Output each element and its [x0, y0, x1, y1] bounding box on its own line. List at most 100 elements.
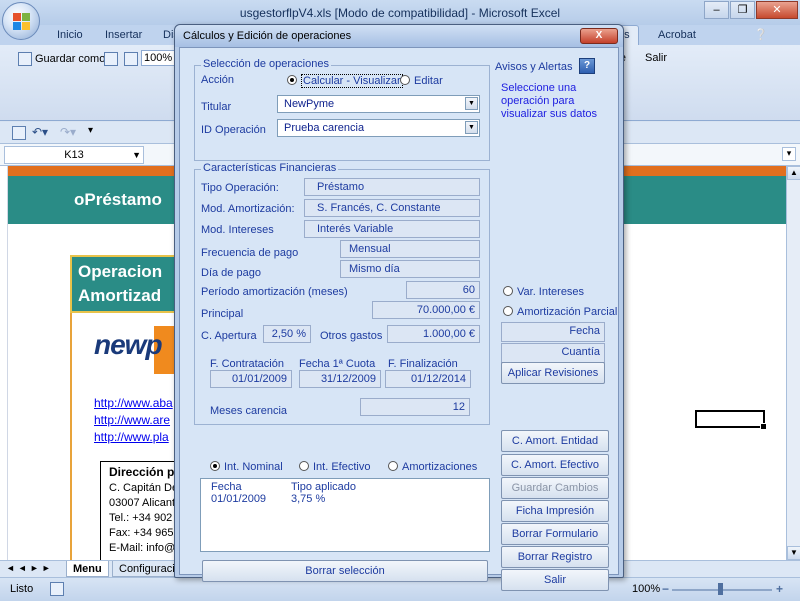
otros-gastos-field: 1.000,00 €	[387, 325, 480, 343]
link-2[interactable]: http://www.are	[94, 413, 170, 427]
dialog-title: Cálculos y Edición de operaciones	[175, 25, 623, 47]
radio-icon	[503, 306, 513, 316]
vertical-scrollbar[interactable]: ▲ ▼	[786, 166, 800, 560]
chevron-down-icon: ▼	[465, 97, 478, 110]
macro-record-icon[interactable]	[50, 582, 64, 596]
formula-expand-icon[interactable]: ▾	[782, 147, 796, 161]
cuantia-revision-field[interactable]: Cuantía	[501, 343, 605, 363]
dialog-body: Selección de operaciones Acción Calcular…	[179, 47, 619, 591]
f-cuota-label: Fecha 1ª Cuota	[299, 358, 376, 370]
meses-carencia-field: 12	[360, 398, 470, 416]
tab-inicio[interactable]: Inicio	[57, 29, 83, 41]
tipo-operacion-label: Tipo Operación:	[201, 182, 279, 194]
excel-titlebar: usgestorflpV4.xls [Modo de compatibilida…	[0, 0, 800, 25]
radio-icon	[400, 75, 410, 85]
zoom-box[interactable]: 100%	[141, 50, 175, 66]
f-cuota-field: 31/12/2009	[299, 370, 381, 388]
zoom-slider-thumb[interactable]	[718, 583, 723, 595]
sheet-nav-icons[interactable]: ◄◄►►	[6, 563, 54, 573]
calculos-dialog: Cálculos y Edición de operaciones X Sele…	[174, 24, 624, 591]
accion-label: Acción	[201, 74, 235, 86]
avisos-title: Avisos y Alertas	[495, 61, 573, 73]
zoom-in-icon[interactable]: +	[776, 582, 783, 596]
radio-amort-parcial[interactable]: Amortización Parcial	[503, 306, 617, 318]
listbox-row-tipo[interactable]: 3,75 %	[291, 493, 325, 505]
tab-insertar[interactable]: Insertar	[105, 29, 142, 41]
radio-icon	[388, 461, 398, 471]
customize-qat-icon[interactable]: ▾	[88, 125, 93, 136]
apertura-field: 2,50 %	[263, 325, 311, 343]
caracteristicas-group-title: Características Financieras	[201, 162, 339, 174]
office-button[interactable]	[2, 2, 40, 40]
periodo-label: Período amortización (meses)	[201, 286, 348, 298]
principal-field: 70.000,00 €	[372, 301, 480, 319]
newpyme-logo: newp	[94, 329, 163, 360]
sheet-tab-menu[interactable]: Menu	[66, 561, 109, 577]
print-preview-icon[interactable]	[104, 52, 121, 66]
radio-var-intereses[interactable]: Var. Intereses	[503, 286, 584, 298]
radio-int-efectivo[interactable]: Int. Efectivo	[299, 461, 370, 473]
borrar-registro-button[interactable]: Borrar Registro	[501, 546, 609, 568]
mod-amortizacion-label: Mod. Amortización:	[201, 203, 295, 215]
dialog-close-button[interactable]: X	[580, 28, 618, 44]
help-icon[interactable]: ?	[579, 58, 595, 74]
name-box[interactable]: K13 ▼	[4, 146, 144, 164]
undo-icon[interactable]: ↶▾	[32, 125, 48, 139]
fecha-revision-field[interactable]: Fecha	[501, 322, 605, 342]
status-zoom[interactable]: 100%	[632, 583, 660, 595]
f-finalizacion-field: 01/12/2014	[385, 370, 471, 388]
radio-icon	[299, 461, 309, 471]
selected-cell[interactable]	[695, 410, 767, 430]
frecuencia-label: Frecuencia de pago	[201, 247, 299, 259]
zoom-out-icon[interactable]: −	[662, 582, 669, 596]
apertura-label: C. Apertura	[201, 330, 257, 342]
f-finalizacion-label: F. Finalización	[388, 358, 458, 370]
amort-efectivo-button[interactable]: C. Amort. Efectivo	[501, 454, 609, 476]
amort-entidad-button[interactable]: C. Amort. Entidad	[501, 430, 609, 452]
save-as-button[interactable]: Guardar como	[18, 52, 105, 66]
tab-acrobat[interactable]: Acrobat	[658, 29, 696, 41]
mod-amortizacion-field: S. Francés, C. Constante	[304, 199, 480, 217]
radio-amortizaciones[interactable]: Amortizaciones	[388, 461, 477, 473]
listbox-row-fecha[interactable]: 01/01/2009	[211, 493, 266, 505]
titular-select[interactable]: NewPyme ▼	[277, 95, 480, 113]
listbox-header-fecha: Fecha	[211, 481, 242, 493]
borrar-formulario-button[interactable]: Borrar Formulario	[501, 523, 609, 545]
guardar-cambios-button[interactable]: Guardar Cambios	[501, 477, 609, 499]
chevron-down-icon: ▼	[132, 150, 141, 160]
dia-pago-label: Día de pago	[201, 267, 261, 279]
mod-intereses-field: Interés Variable	[304, 220, 480, 238]
aplicar-revisiones-button[interactable]: Aplicar Revisiones	[501, 362, 605, 384]
radio-int-nominal[interactable]: Int. Nominal	[210, 461, 283, 473]
save-icon[interactable]	[12, 126, 26, 140]
radio-editar[interactable]: Editar	[400, 75, 443, 87]
print-icon[interactable]	[124, 52, 141, 66]
tipos-listbox[interactable]: Fecha Tipo aplicado 01/01/2009 3,75 %	[200, 478, 490, 552]
scroll-up-icon[interactable]: ▲	[787, 166, 800, 180]
principal-label: Principal	[201, 308, 244, 320]
id-operacion-select[interactable]: Prueba carencia ▼	[277, 119, 480, 137]
window-controls: – ❐ ✕	[704, 1, 798, 19]
listbox-header-tipo: Tipo aplicado	[291, 481, 357, 493]
id-operacion-label: ID Operación	[201, 124, 266, 136]
close-window-icon[interactable]: ✕	[756, 1, 798, 19]
radio-calcular[interactable]: Calcular - Visualizar	[287, 74, 403, 88]
seleccion-group-title: Selección de operaciones	[201, 58, 331, 70]
link-3[interactable]: http://www.pla	[94, 430, 169, 444]
ficha-impresion-button[interactable]: Ficha Impresión	[501, 500, 609, 522]
restore-icon[interactable]: ❐	[730, 1, 755, 19]
avisos-message: Seleccione una operación para visualizar…	[501, 82, 597, 120]
salir-button[interactable]: Salir	[501, 569, 609, 591]
help-icon[interactable]: ❔	[754, 28, 768, 41]
redo-icon[interactable]: ↷▾	[60, 125, 76, 139]
borrar-seleccion-button[interactable]: Borrar selección	[202, 560, 488, 582]
chevron-down-icon: ▼	[465, 121, 478, 134]
minimize-icon[interactable]: –	[704, 1, 729, 19]
window-title: usgestorflpV4.xls [Modo de compatibilida…	[239, 6, 561, 20]
ribbon-salir[interactable]: Salir	[645, 52, 667, 64]
f-contratacion-field: 01/01/2009	[210, 370, 292, 388]
link-1[interactable]: http://www.aba	[94, 396, 173, 410]
scroll-down-icon[interactable]: ▼	[787, 546, 800, 560]
office-logo-icon	[13, 13, 31, 31]
meses-carencia-label: Meses carencia	[210, 405, 288, 417]
